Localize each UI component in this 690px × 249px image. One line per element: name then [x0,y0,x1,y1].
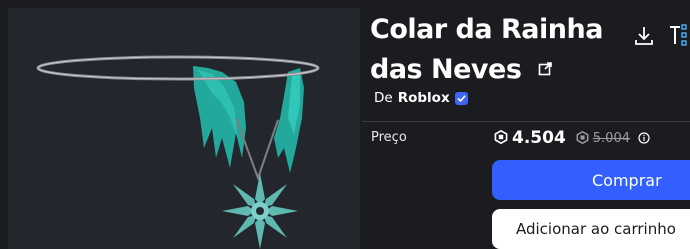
robux-icon [494,129,508,148]
download-icon [635,27,653,45]
creator-link[interactable]: Roblox [398,90,450,106]
original-price: 5.004 [592,130,630,146]
current-price: 4.504 [512,128,566,148]
download-button[interactable] [634,25,654,50]
external-link-icon[interactable] [538,48,553,88]
robux-icon-strikethrough [576,129,589,148]
creator-prefix: De [374,90,393,106]
buy-button[interactable]: Comprar [492,160,690,200]
try-on-button[interactable] [668,24,690,51]
item-title-text: Colar da Rainha das Neves [370,14,603,85]
price-row: 4.504 5.004 [494,128,650,148]
verified-badge-icon [454,91,468,105]
try-on-icon [670,24,687,46]
price-label: Preço [371,130,407,145]
item-preview[interactable] [8,8,360,249]
divider [362,121,690,122]
creator-line: De Roblox [374,90,468,106]
necklace-3d-model [36,55,320,249]
item-title: Colar da Rainha das Neves [370,10,625,91]
info-icon[interactable] [638,129,650,148]
add-to-cart-button[interactable]: Adicionar ao carrinho [492,209,690,249]
